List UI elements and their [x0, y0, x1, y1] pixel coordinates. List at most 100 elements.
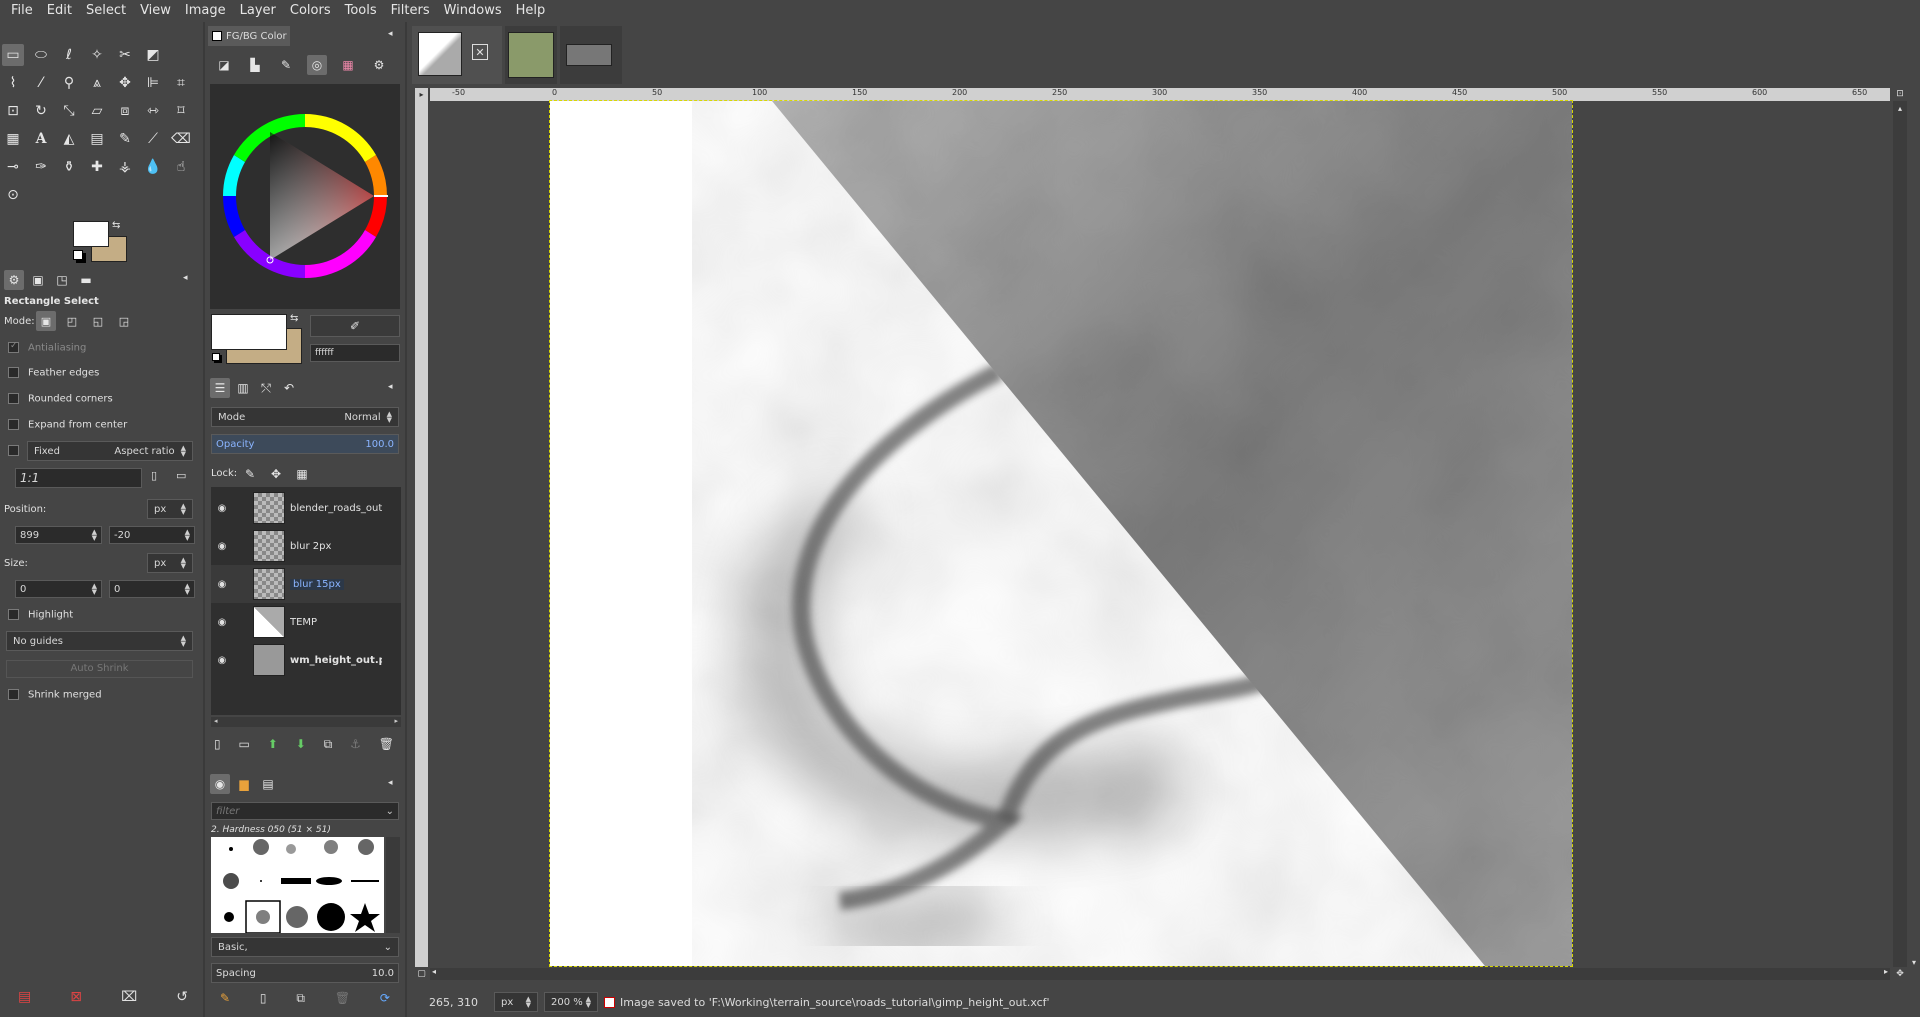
smudge-tool-icon[interactable]: ☝ — [170, 156, 192, 178]
menu-file[interactable]: File — [4, 0, 40, 22]
paintbrush-tool-icon[interactable]: ⟋ — [142, 128, 164, 150]
clone-tool-icon[interactable]: ⚱ — [58, 156, 80, 178]
align-tool-icon[interactable]: ⊫ — [142, 72, 164, 94]
refresh-brushes-icon[interactable]: ⟳ — [380, 992, 390, 1004]
canvas-hscrollbar[interactable]: ◂ ▸ — [430, 968, 1890, 980]
color-picker-tool-icon[interactable]: ⁄ — [30, 72, 52, 94]
eye-icon[interactable]: ◉ — [211, 541, 233, 552]
fgbg-swap-icon[interactable]: ⇆ — [290, 314, 298, 324]
highlight-checkbox[interactable] — [8, 609, 19, 620]
eye-icon[interactable]: ◉ — [211, 655, 233, 666]
expand-from-center-checkbox[interactable] — [8, 419, 19, 430]
reset-options-icon[interactable]: ↺ — [176, 990, 188, 1004]
perspective-tool-icon[interactable]: ⧈ — [114, 100, 136, 122]
gradient-tool-icon[interactable]: ▤ — [86, 128, 108, 150]
guides-combo[interactable]: No guides ▲ ▼ — [6, 631, 193, 651]
brush-vscrollbar[interactable] — [386, 837, 400, 933]
feather-edges-checkbox[interactable] — [8, 367, 19, 378]
fgbg-fg-swatch[interactable] — [211, 314, 287, 350]
edit-brush-icon[interactable]: ✎ — [220, 992, 230, 1004]
image-canvas[interactable] — [549, 100, 1573, 967]
eye-icon[interactable]: ◉ — [211, 579, 233, 590]
highlight-option[interactable]: Highlight — [8, 609, 73, 621]
fixed-checkbox[interactable] — [8, 445, 19, 456]
layer-row-selected[interactable]: ◉ blur 15px — [211, 565, 401, 603]
menu-edit[interactable]: Edit — [40, 0, 79, 22]
eye-icon[interactable]: ◉ — [211, 503, 233, 514]
zoom-tool-icon[interactable]: ⚲ — [58, 72, 80, 94]
rounded-corners-option[interactable]: Rounded corners — [8, 393, 113, 405]
ellipse-select-tool-icon[interactable]: ⬭ — [30, 44, 52, 66]
configure-tab-icon[interactable]: ◂ — [183, 274, 188, 283]
filter-dropdown-icon[interactable]: ⌄ — [386, 806, 394, 817]
paths-tab-icon[interactable]: ⤲ — [256, 378, 276, 398]
fgbg-dock-tab[interactable]: FG/BG Color — [208, 26, 290, 46]
device-status-tab-icon[interactable]: ▣ — [28, 270, 48, 290]
menu-tools[interactable]: Tools — [338, 0, 384, 22]
rect-select-tool-icon[interactable]: ▭ — [2, 44, 24, 66]
mode-add-icon[interactable]: ◰ — [62, 311, 82, 331]
scales-selector-icon[interactable]: ⚙ — [369, 55, 389, 75]
canvas-vscrollbar[interactable]: ▴ ▾ — [1893, 101, 1916, 967]
color-picker-button[interactable]: ✐ — [310, 315, 400, 337]
mode-subtract-icon[interactable]: ◱ — [88, 311, 108, 331]
rounded-corners-checkbox[interactable] — [8, 393, 19, 404]
layers-hscrollbar[interactable]: ◂ ▸ — [211, 717, 401, 727]
lock-position-icon[interactable]: ✥ — [266, 464, 286, 484]
palette-selector-icon[interactable]: ▦ — [338, 55, 358, 75]
menu-select[interactable]: Select — [79, 0, 133, 22]
spin-arrows-icon[interactable]: ▲ ▼ — [92, 583, 97, 596]
airbrush-tool-icon[interactable]: ⊸ — [2, 156, 24, 178]
brush-grid-svg[interactable] — [211, 837, 384, 934]
delete-brush-icon[interactable]: 🗑 — [335, 992, 350, 1004]
undo-history-tab-icon[interactable]: ◳ — [52, 270, 72, 290]
layer-row[interactable]: ◉ TEMP — [211, 603, 401, 641]
free-select-tool-icon[interactable]: ℓ — [58, 44, 80, 66]
menu-layer[interactable]: Layer — [233, 0, 283, 22]
spin-arrows-icon[interactable]: ▲ ▼ — [185, 583, 190, 596]
image-content[interactable] — [550, 101, 1572, 966]
default-colors-icon[interactable] — [73, 250, 83, 260]
lock-pixels-icon[interactable]: ✎ — [240, 464, 260, 484]
dock-divider[interactable] — [203, 22, 205, 1017]
scroll-left-icon[interactable]: ◂ — [432, 968, 436, 976]
fgbg-default-icon[interactable] — [212, 353, 220, 361]
brush-filter-input[interactable]: filter ⌄ — [211, 802, 399, 820]
hex-input[interactable]: ffffff — [310, 344, 400, 362]
eraser-tool-icon[interactable]: ⌫ — [170, 128, 192, 150]
color-wheel[interactable] — [210, 84, 400, 309]
pencil-tool-icon[interactable]: ✎ — [114, 128, 136, 150]
tool-options-tab-icon[interactable]: ⚙ — [4, 270, 24, 290]
color-wheel-svg[interactable] — [210, 84, 400, 309]
patterns-tab-icon[interactable]: ▆ — [234, 774, 254, 794]
duplicate-layer-icon[interactable]: ⧉ — [324, 738, 333, 750]
watercolor-selector-icon[interactable]: ✎ — [276, 55, 296, 75]
zoom-follow-icon[interactable]: ⊡ — [1893, 88, 1907, 101]
gradients-tab-icon[interactable]: ▤ — [258, 774, 278, 794]
wheel-selector-icon[interactable]: ◎ — [307, 55, 327, 75]
expand-from-center-option[interactable]: Expand from center — [8, 419, 127, 431]
antialiasing-option[interactable]: Antialiasing — [8, 342, 86, 354]
crop-tool-icon[interactable]: ⌗ — [170, 72, 192, 94]
menu-colors[interactable]: Colors — [283, 0, 338, 22]
close-tab-icon[interactable]: ✕ — [472, 44, 488, 60]
cmyk-selector-icon[interactable]: ▙ — [245, 55, 265, 75]
position-unit-combo[interactable]: px ▲ ▼ — [147, 499, 193, 519]
menu-help[interactable]: Help — [509, 0, 553, 22]
size-h-input[interactable]: 0 ▲ ▼ — [109, 580, 195, 598]
eye-icon[interactable]: ◉ — [211, 617, 233, 628]
dock-divider-2[interactable] — [405, 22, 407, 1017]
image-tab[interactable] — [505, 26, 557, 84]
swap-colors-icon[interactable]: ⇆ — [112, 221, 120, 231]
dodge-burn-tool-icon[interactable]: ⊙ — [2, 184, 24, 206]
blur-tool-icon[interactable]: 💧 — [142, 156, 164, 178]
new-layer-group-icon[interactable]: ▭ — [239, 738, 250, 750]
image-tab-active[interactable]: ✕ — [412, 26, 502, 84]
paths-tool-icon[interactable]: ⌇ — [2, 72, 24, 94]
menu-windows[interactable]: Windows — [437, 0, 509, 22]
vertical-ruler[interactable] — [415, 101, 428, 967]
horizontal-ruler[interactable]: -50 0 50 100 150 200 250 300 350 400 450… — [430, 88, 1890, 101]
brushes-configure-icon[interactable]: ◂ — [388, 779, 393, 788]
ink-tool-icon[interactable]: ✑ — [30, 156, 52, 178]
measure-tool-icon[interactable]: ⩓ — [86, 72, 108, 94]
